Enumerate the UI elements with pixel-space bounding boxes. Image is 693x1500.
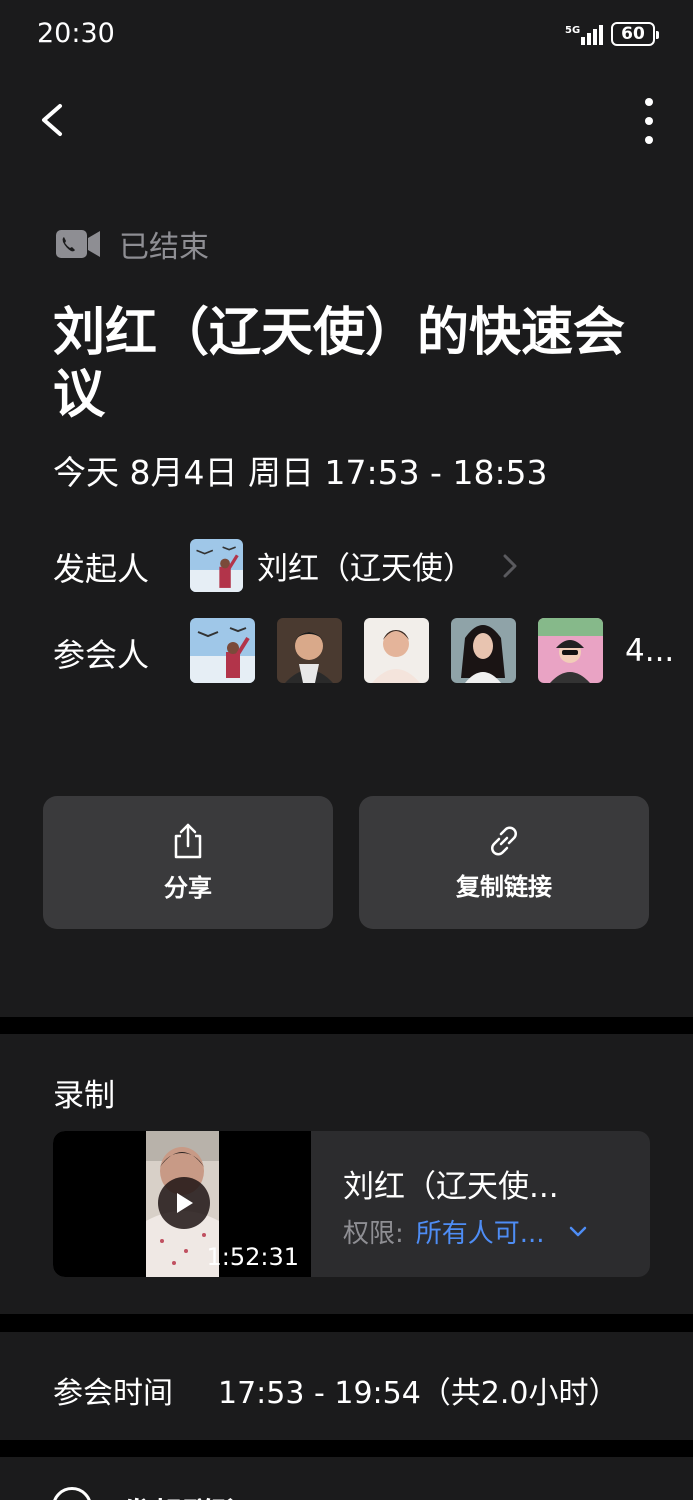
recording-thumbnail[interactable]: 1:52:31 [53, 1131, 311, 1277]
participant-avatar[interactable] [277, 618, 342, 683]
status-icons: 5G 60 [565, 20, 659, 48]
chevron-down-icon[interactable] [569, 1226, 587, 1238]
status-time: 20:30 [37, 18, 115, 49]
play-icon [177, 1193, 193, 1213]
permission-value[interactable]: 所有人可... [416, 1213, 545, 1250]
link-icon [491, 826, 517, 856]
participant-avatar[interactable] [190, 618, 255, 683]
participants-label: 参会人 [53, 636, 150, 674]
battery-icon: 60 [611, 22, 659, 46]
participant-avatar[interactable] [364, 618, 429, 683]
more-button[interactable] [641, 98, 657, 144]
status-text: 已结束 [119, 230, 209, 265]
host-row[interactable]: 刘红（辽天使） [190, 539, 518, 592]
recording-duration: 1:52:31 [206, 1243, 299, 1271]
start-group-chat-row[interactable]: 发起群聊 [0, 1457, 693, 1500]
host-avatar [190, 539, 243, 592]
play-button[interactable] [158, 1177, 210, 1229]
participants-more[interactable]: 4... [625, 633, 674, 669]
attendance-label: 参会时间 [53, 1376, 173, 1411]
share-label: 分享 [164, 874, 212, 902]
recording-section: 录制 1:52:31 刘红（辽天使... 权限: 所有人可... [0, 1034, 693, 1314]
back-button[interactable] [34, 100, 74, 140]
participant-avatar[interactable] [451, 618, 516, 683]
status-bar: 20:30 5G 60 [0, 0, 693, 70]
meeting-detail-panel: 已结束 刘红（辽天使）的快速会议 今天 8月4日 周日 17:53 - 18:5… [0, 70, 693, 1017]
chevron-right-icon [503, 554, 517, 577]
host-label: 发起人 [53, 550, 150, 588]
recording-title: 录制 [53, 1078, 115, 1114]
attendance-value: 17:53 - 19:54（共2.0小时） [218, 1376, 619, 1411]
meeting-time: 今天 8月4日 周日 17:53 - 18:53 [53, 453, 548, 492]
attendance-section: 参会时间 17:53 - 19:54（共2.0小时） [0, 1332, 693, 1440]
chat-icon [52, 1487, 92, 1500]
network-type: 5G [565, 25, 581, 36]
copy-link-button[interactable]: 复制链接 [359, 796, 649, 929]
signal-icon: 5G [565, 23, 603, 45]
video-call-icon [56, 230, 100, 258]
back-icon [42, 104, 62, 136]
recording-name: 刘红（辽天使... [343, 1169, 559, 1205]
recording-card[interactable]: 1:52:31 刘红（辽天使... 权限: 所有人可... [53, 1131, 650, 1277]
share-button[interactable]: 分享 [43, 796, 333, 929]
participants-list[interactable]: 4... [190, 618, 674, 683]
meeting-title: 刘红（辽天使）的快速会议 [53, 303, 626, 425]
start-group-chat-label: 发起群聊 [122, 1489, 242, 1500]
share-icon [174, 823, 202, 859]
more-icon [645, 98, 653, 106]
battery-level: 60 [621, 24, 645, 44]
permission-label: 权限: [343, 1219, 404, 1249]
meeting-status: 已结束 [55, 222, 209, 266]
host-name: 刘红（辽天使） [257, 551, 474, 587]
participant-avatar[interactable] [538, 618, 603, 683]
copy-link-label: 复制链接 [456, 873, 552, 901]
recording-permission[interactable]: 权限: 所有人可... [343, 1213, 587, 1250]
